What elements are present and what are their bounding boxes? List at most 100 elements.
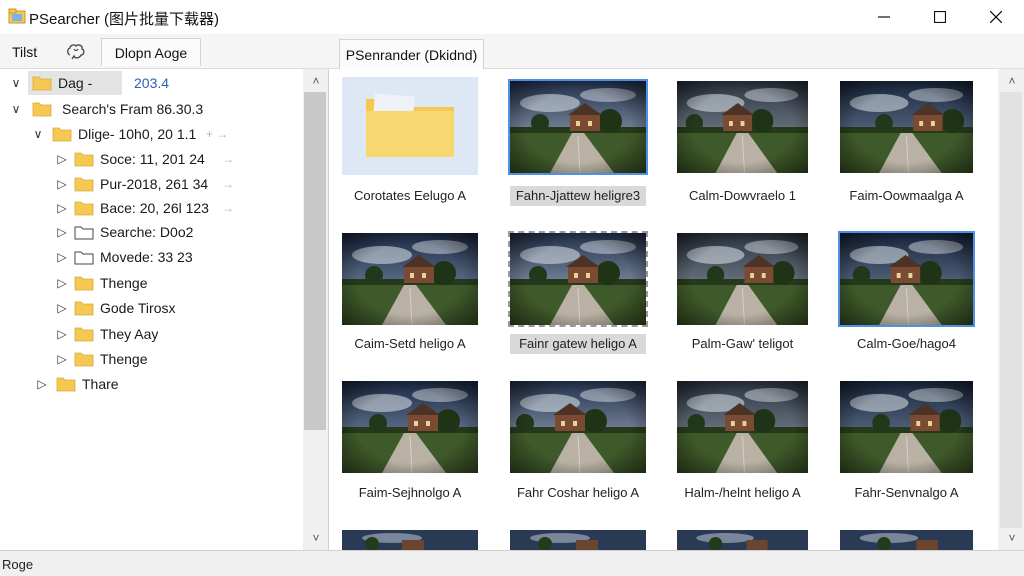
folder-icon xyxy=(74,301,94,316)
tree-scroll-down-button[interactable]: ˅ xyxy=(304,528,328,548)
expand-chevron-right-icon[interactable]: ▷ xyxy=(56,225,68,239)
folder-icon xyxy=(366,93,454,157)
image-tile[interactable]: Halm-/helnt heligo A xyxy=(677,381,808,531)
image-thumbnail xyxy=(510,381,646,473)
image-caption: Fainr gatew heligo A xyxy=(510,334,646,354)
app-icon xyxy=(8,8,26,24)
tree-item[interactable]: ∨ Search's Fram 86.30.3 xyxy=(0,97,300,122)
tilst-button[interactable]: Tilst xyxy=(12,38,37,66)
image-tile[interactable]: Faim-Oowmaalga A xyxy=(840,81,973,231)
tree-item[interactable]: ▷ Bace: 20, 26l 123 → xyxy=(0,196,300,221)
image-tile-partial[interactable] xyxy=(342,530,478,550)
photo-image xyxy=(510,81,646,173)
image-tile[interactable]: Faim-Sejhnolgo A xyxy=(342,381,478,531)
tree-item-label: Searche: D0o2 xyxy=(100,224,194,240)
tree-item[interactable]: ▷ Soce: 11, 201 24 → xyxy=(0,147,300,172)
tree-item-label: Gode Tirosx xyxy=(100,300,176,316)
image-tile-partial[interactable] xyxy=(510,530,646,550)
tab-open-page[interactable]: Dlopn Aoge xyxy=(101,38,201,66)
image-tile[interactable]: Calm-Goe/hago4 xyxy=(838,231,975,383)
tab-preview[interactable]: PSenrander (Dkidnd) xyxy=(339,39,484,69)
tree-item-label: Thare xyxy=(82,376,119,392)
photo-image xyxy=(677,81,808,173)
image-caption: Fahr-Senvnalgo A xyxy=(854,485,959,500)
tree-item[interactable]: ▷ Movede: 33 23 xyxy=(0,245,300,270)
image-tile[interactable]: Caim-Setd heligo A xyxy=(342,233,478,383)
photo-image xyxy=(342,233,478,325)
tree-item-label: Movede: 33 23 xyxy=(100,249,193,265)
tree-item-label: They Aay xyxy=(100,326,159,342)
expand-chevron-right-icon[interactable]: ▷ xyxy=(56,152,68,166)
expand-chevron-right-icon[interactable]: ▷ xyxy=(56,177,68,191)
maximize-icon xyxy=(934,11,946,23)
expand-chevron-down-icon[interactable]: ∨ xyxy=(32,127,44,141)
folder-outline-icon xyxy=(74,226,94,240)
image-tile[interactable]: Fahr Coshar heligo A xyxy=(510,381,646,531)
expand-chevron-down-icon[interactable]: ∨ xyxy=(10,76,22,90)
image-thumbnail xyxy=(508,79,648,175)
expand-chevron-right-icon[interactable]: ▷ xyxy=(56,327,68,341)
tree-item[interactable]: ▷ Thare xyxy=(0,372,300,397)
tree-item[interactable]: ▷ Thenge xyxy=(0,271,300,296)
folder-thumbnail xyxy=(342,77,478,175)
tree-item[interactable]: ∨ Dag - 203.4 xyxy=(0,71,300,96)
image-tile[interactable]: Fainr gatew heligo A xyxy=(508,231,648,383)
expand-chevron-right-icon[interactable]: ▷ xyxy=(56,276,68,290)
app-window: PSearcher (图片批量下载器) Tilst Dlopn Aoge PSe… xyxy=(0,0,1024,576)
photo-image xyxy=(840,530,973,550)
expand-chevron-right-icon[interactable]: ▷ xyxy=(56,301,68,315)
image-tile[interactable]: Calm-Dowvraelo 1 xyxy=(677,81,808,231)
close-button[interactable] xyxy=(968,0,1024,34)
folder-icon xyxy=(74,201,94,216)
folder-tile[interactable]: Corotates Eelugo A xyxy=(342,77,478,231)
image-caption: Fahr Coshar heligo A xyxy=(516,485,640,500)
expand-chevron-right-icon[interactable]: ▷ xyxy=(56,201,68,215)
image-thumbnail xyxy=(342,381,478,473)
folder-icon xyxy=(32,102,52,117)
image-tile[interactable]: Palm-Gaw' teligot xyxy=(677,233,808,383)
title-bar: PSearcher (图片批量下载器) xyxy=(0,0,1024,34)
tree-scrollbar-thumb[interactable] xyxy=(304,92,326,430)
chevron-down-icon: ˅ xyxy=(312,531,320,545)
status-text: Roge xyxy=(2,557,34,572)
expand-chevron-right-icon[interactable]: ▷ xyxy=(56,250,68,264)
chevron-up-icon: ˄ xyxy=(312,74,320,88)
photo-image xyxy=(342,530,478,550)
expand-chevron-right-icon[interactable]: ▷ xyxy=(36,377,48,391)
image-caption: Fahn-Jjattew heligre3 xyxy=(510,186,646,206)
photo-image xyxy=(342,381,478,473)
chevron-up-icon: ˄ xyxy=(1008,74,1016,88)
grid-scrollbar-thumb[interactable] xyxy=(1000,92,1022,528)
photo-image xyxy=(840,381,973,473)
image-caption: Faim-Oowmaalga A xyxy=(849,188,964,203)
image-tile[interactable]: Fahr-Senvnalgo A xyxy=(840,381,973,531)
tree-item-label: Pur-2018, 261 34 xyxy=(100,176,209,192)
tree-item[interactable]: ▷ Gode Tirosx xyxy=(0,296,300,321)
minimize-button[interactable] xyxy=(856,0,912,34)
photo-image xyxy=(840,81,973,173)
tree-scroll-up-button[interactable]: ˄ xyxy=(304,71,328,91)
expand-chevron-down-icon[interactable]: ∨ xyxy=(10,102,22,116)
tree-item[interactable]: ∨ Dlige- 10h0, 20 1.1 + → xyxy=(0,122,300,147)
image-tile-partial[interactable] xyxy=(677,530,808,550)
tree-item[interactable]: ▷ They Aay xyxy=(0,322,300,347)
image-caption: Calm-Dowvraelo 1 xyxy=(689,188,796,203)
toolbar: Tilst Dlopn Aoge xyxy=(0,34,1024,69)
tree-item-label: Search's Fram 86.30.3 xyxy=(62,101,204,117)
photo-image xyxy=(510,530,646,550)
maximize-button[interactable] xyxy=(912,0,968,34)
tree-item[interactable]: ▷ Thenge xyxy=(0,347,300,372)
status-bar: Roge xyxy=(0,550,1024,576)
image-tile-partial[interactable] xyxy=(840,530,973,550)
image-thumbnail xyxy=(342,233,478,325)
arrow-right-icon: → xyxy=(222,201,234,215)
image-tile[interactable]: Fahn-Jjattew heligre3 xyxy=(508,79,648,231)
image-caption: Faim-Sejhnolgo A xyxy=(358,485,462,500)
favorites-button[interactable] xyxy=(64,38,88,66)
tree-item[interactable]: ▷ Searche: D0o2 xyxy=(0,220,300,245)
tree-item[interactable]: ▷ Pur-2018, 261 34 → xyxy=(0,172,300,197)
arrow-right-icon: + → xyxy=(206,127,229,141)
grid-scroll-down-button[interactable]: ˅ xyxy=(1000,528,1024,548)
expand-chevron-right-icon[interactable]: ▷ xyxy=(56,352,68,366)
grid-scroll-up-button[interactable]: ˄ xyxy=(1000,71,1024,91)
